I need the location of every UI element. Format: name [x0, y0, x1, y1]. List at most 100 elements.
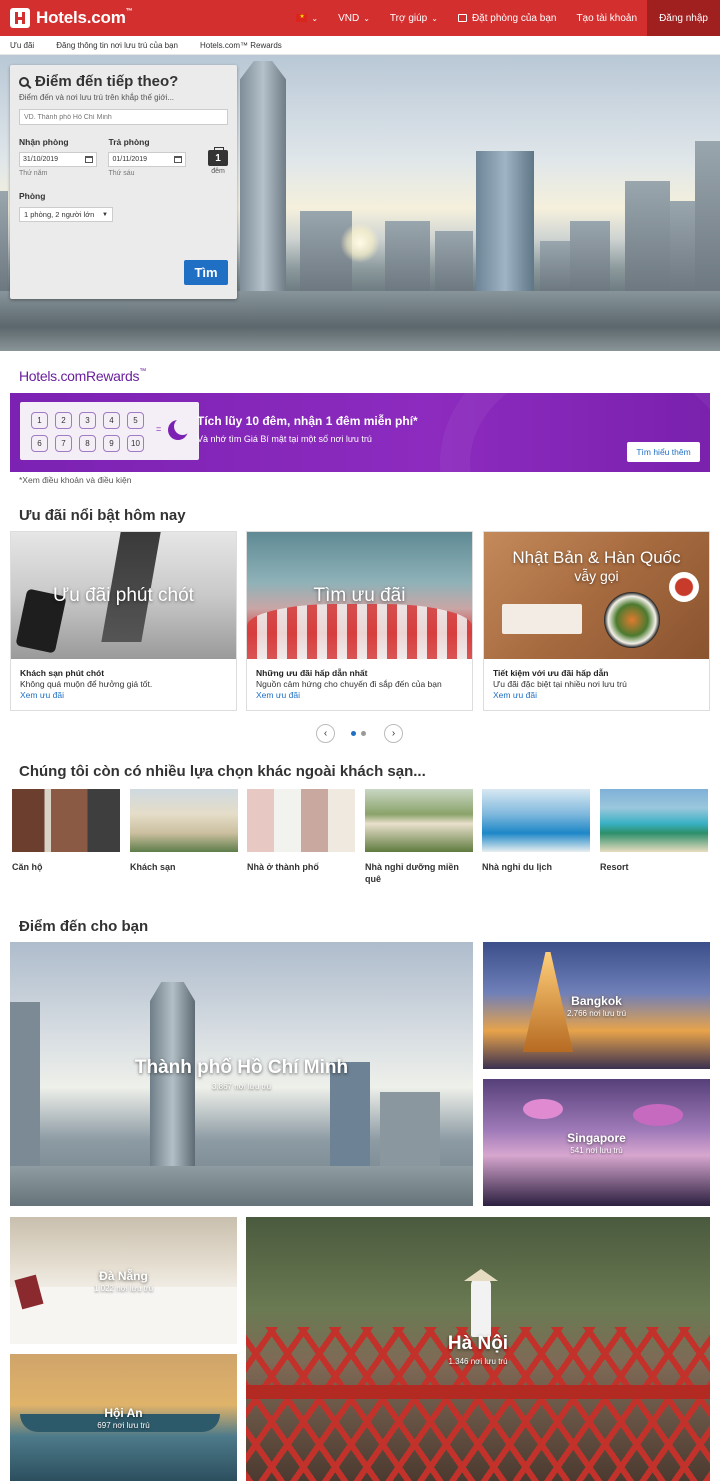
dropdown-arrow-icon: ▼ [102, 211, 108, 218]
suitcase-icon [457, 14, 467, 22]
deal-description: Nguồn cảm hứng cho chuyến đi sắp đến của… [256, 679, 442, 689]
checkin-label: Nhận phòng [19, 137, 69, 147]
property-type-apartment[interactable]: Căn hộ [12, 789, 120, 873]
terms-link[interactable]: *Xem điều khoản và điều kiện [19, 475, 131, 485]
property-type-hotel[interactable]: Khách sạn [130, 789, 238, 873]
rewards-logo-suffix: Rewards [86, 368, 140, 384]
destination-input[interactable] [19, 109, 228, 125]
property-type-townhouse[interactable]: Nhà ở thành phố [247, 789, 355, 873]
calendar-icon [85, 156, 93, 163]
deal-description: Ưu đãi đặc biệt tại nhiều nơi lưu trú [493, 679, 627, 689]
destination-name: Singapore [567, 1131, 626, 1145]
property-type-label: Nhà ở thành phố [247, 862, 319, 872]
destinations-title: Điểm đến cho bạn [19, 918, 149, 935]
checkout-day: Thứ sáu [108, 170, 135, 177]
help-menu[interactable]: Trợ giúp ⌄ [380, 0, 448, 36]
view-deal-link[interactable]: Xem ưu đãi [256, 690, 463, 700]
destination-hoi-an[interactable]: Hội An 697 nơi lưu trú [10, 1354, 237, 1481]
checkout-date-value: 01/11/2019 [112, 156, 147, 163]
destination-name: Thành phố Hồ Chí Minh [134, 1057, 349, 1078]
search-icon [19, 76, 29, 87]
property-type-label: Nhà nghỉ du lịch [482, 862, 552, 872]
property-type-resort[interactable]: Resort [600, 789, 708, 873]
property-type-image [130, 789, 238, 852]
checkout-date-field[interactable]: 01/11/2019 [108, 152, 187, 167]
top-bar: Hotels.com™ ⌄ VND⌄ Trợ giúp⌄ Đặt phòng c… [0, 0, 720, 36]
search-subtitle: Điểm đến và nơi lưu trú trên khắp thế gi… [19, 93, 175, 102]
bookings-link[interactable]: Đặt phòng của bạn [448, 0, 567, 36]
sign-in-label: Đăng nhập [659, 12, 708, 24]
carousel-dot-active[interactable] [351, 731, 356, 736]
night-stamp: 6 [31, 435, 48, 452]
rewards-banner: 1 2 3 4 5 6 7 8 9 10 = Tích lũy 10 đêm, … [10, 393, 710, 472]
destination-name: Đà Nẵng [99, 1269, 148, 1283]
chevron-left-icon: ‹ [323, 728, 328, 739]
rewards-title: Tích lũy 10 đêm, nhận 1 đêm miễn phí* [197, 414, 418, 428]
checkin-date-value: 31/10/2019 [23, 156, 59, 163]
rooms-select[interactable]: 1 phòng, 2 người lớn ▼ [19, 207, 113, 222]
property-type-image [12, 789, 120, 852]
deal-card-last-minute[interactable]: Ưu đãi phút chót Khách sạn phút chót Khô… [10, 531, 237, 711]
language-selector[interactable]: ⌄ [286, 0, 328, 36]
carousel-prev-button[interactable]: ‹ [316, 724, 335, 743]
view-deal-link[interactable]: Xem ưu đãi [20, 690, 227, 700]
subnav-deals-link[interactable]: Ưu đãi [10, 41, 34, 50]
briefcase-icon: 1 [208, 147, 228, 166]
property-type-image [365, 789, 473, 852]
equals-sign: = [156, 424, 162, 434]
property-type-image [247, 789, 355, 852]
deal-image: Ưu đãi phút chót [11, 532, 236, 659]
deal-image: Nhật Bản & Hàn Quốc vẫy gọi [484, 532, 709, 659]
search-button[interactable]: Tìm [184, 260, 228, 285]
learn-more-button[interactable]: Tìm hiểu thêm [627, 442, 700, 462]
deal-overlay: Ưu đãi phút chót [53, 584, 194, 606]
nights-label: đêm [211, 168, 225, 175]
property-type-hostel[interactable]: Nhà nghỉ du lịch [482, 789, 590, 873]
destination-da-nang[interactable]: Đà Nẵng 1.022 nơi lưu trú [10, 1217, 237, 1344]
carousel-next-button[interactable]: › [384, 724, 403, 743]
hotels-logo-icon [10, 8, 30, 28]
night-stamp: 10 [127, 435, 144, 452]
sign-in-button[interactable]: Đăng nhập [647, 0, 720, 36]
deal-card-find-deals[interactable]: Tìm ưu đãi Những ưu đãi hấp dẫn nhất Ngu… [246, 531, 473, 711]
rewards-subtitle: Và nhớ tìm Giá Bí mật tại một số nơi lưu… [197, 434, 372, 444]
hotels-logo[interactable]: Hotels.com™ [10, 8, 133, 28]
property-type-image [482, 789, 590, 852]
destination-ho-chi-minh[interactable]: Thành phố Hồ Chí Minh 3.867 nơi lưu trú [10, 942, 473, 1206]
deal-card-japan-korea[interactable]: Nhật Bản & Hàn Quốc vẫy gọi Tiết kiệm với… [483, 531, 710, 711]
sun-glare [340, 223, 380, 263]
property-types-title: Chúng tôi còn có nhiều lựa chọn khác ngo… [19, 763, 426, 780]
night-stamp: 8 [79, 435, 96, 452]
chevron-down-icon: ⌄ [363, 13, 370, 23]
property-type-country-house[interactable]: Nhà nghỉ dưỡng miền quê [365, 789, 473, 885]
view-deal-link[interactable]: Xem ưu đãi [493, 690, 700, 700]
checkout-label: Trả phòng [108, 137, 150, 147]
logo-text: Hotels.com [36, 8, 126, 27]
river [0, 291, 720, 351]
vietnam-flag-icon [296, 13, 308, 22]
carousel-dot[interactable] [361, 731, 366, 736]
currency-selector[interactable]: VND ⌄ [328, 0, 380, 36]
deal-title: Tiết kiệm với ưu đãi hấp dẫn [493, 668, 609, 678]
checkin-date-field[interactable]: 31/10/2019 [19, 152, 97, 167]
create-account-label: Tạo tài khoản [576, 12, 638, 24]
destination-name: Hội An [104, 1406, 143, 1420]
search-title: Điểm đến tiếp theo? [35, 73, 179, 90]
chevron-down-icon: ⌄ [431, 13, 438, 23]
calendar-icon [174, 156, 183, 163]
deal-overlay: Nhật Bản & Hàn Quốc [512, 548, 681, 567]
rewards-logo: Hotels.comRewards™ [19, 368, 146, 384]
destination-count: 541 nơi lưu trú [570, 1146, 623, 1155]
destination-ha-noi[interactable]: Hà Nội 1.346 nơi lưu trú [246, 1217, 710, 1481]
deal-description: Không quá muộn để hưởng giá tốt. [20, 679, 153, 689]
property-type-label: Nhà nghỉ dưỡng miền quê [365, 862, 459, 884]
night-stamp: 7 [55, 435, 72, 452]
subnav-list-property-link[interactable]: Đăng thông tin nơi lưu trú của bạn [56, 41, 178, 50]
destination-bangkok[interactable]: Bangkok 2.766 nơi lưu trú [483, 942, 710, 1069]
destination-singapore[interactable]: Singapore 541 nơi lưu trú [483, 1079, 710, 1206]
subnav-rewards-link[interactable]: Hotels.com™ Rewards [200, 41, 282, 50]
night-stamp: 2 [55, 412, 72, 429]
search-panel: Điểm đến tiếp theo? Điểm đến và nơi lưu … [10, 65, 237, 299]
create-account-link[interactable]: Tạo tài khoản [566, 0, 647, 36]
destination-count: 1.022 nơi lưu trú [93, 1284, 154, 1293]
